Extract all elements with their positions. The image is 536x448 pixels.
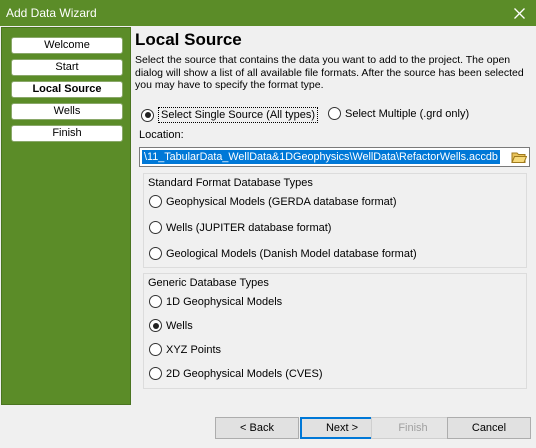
step-finish[interactable]: Finish [11, 125, 123, 142]
radio-button[interactable] [149, 195, 162, 208]
option-label: 2D Geophysical Models (CVES) [166, 367, 323, 380]
step-local-source[interactable]: Local Source [11, 81, 123, 98]
step-wells[interactable]: Wells [11, 103, 123, 120]
window-title: Add Data Wizard [6, 6, 97, 20]
radio-button[interactable] [149, 343, 162, 356]
close-icon [513, 7, 525, 19]
step-welcome[interactable]: Welcome [11, 37, 123, 54]
option-xyz-points[interactable]: XYZ Points [149, 343, 221, 356]
generic-database-group: Generic Database Types 1D Geophysical Mo… [143, 273, 527, 389]
cancel-button[interactable]: Cancel [447, 417, 531, 439]
location-value[interactable]: \11_TabularData_WellData&1DGeophysics\We… [142, 150, 500, 164]
option-label: XYZ Points [166, 343, 222, 356]
standard-format-title: Standard Format Database Types [148, 177, 313, 189]
option-label: Wells [166, 319, 193, 332]
select-single-source-radio[interactable]: Select Single Source (All types) [141, 107, 319, 123]
option-label: Geophysical Models (GERDA database forma… [166, 195, 397, 208]
wizard-steps-sidebar: Welcome Start Local Source Wells Finish [1, 27, 131, 405]
select-multiple-radio[interactable]: Select Multiple (.grd only) [328, 107, 469, 120]
folder-open-icon [511, 152, 527, 163]
option-jupiter[interactable]: Wells (JUPITER database format) [149, 221, 331, 234]
option-2d-geophysical[interactable]: 2D Geophysical Models (CVES) [149, 367, 323, 380]
page-description: Select the source that contains the data… [135, 54, 524, 91]
back-button[interactable]: < Back [215, 417, 299, 439]
step-start[interactable]: Start [11, 59, 123, 76]
finish-button[interactable]: Finish [371, 417, 455, 439]
radio-button[interactable] [328, 107, 341, 120]
close-button[interactable] [502, 0, 536, 26]
title-bar: Add Data Wizard [0, 0, 536, 26]
standard-format-group: Standard Format Database Types Geophysic… [143, 173, 527, 268]
option-label: 1D Geophysical Models [166, 295, 283, 308]
page-title: Local Source [135, 30, 242, 49]
location-label: Location: [139, 129, 184, 141]
radio-button[interactable] [149, 247, 162, 260]
location-input[interactable]: \11_TabularData_WellData&1DGeophysics\We… [139, 147, 530, 167]
generic-database-title: Generic Database Types [148, 277, 269, 289]
option-danish-model[interactable]: Geological Models (Danish Model database… [149, 247, 417, 260]
radio-button[interactable] [149, 295, 162, 308]
select-single-source-label: Select Single Source (All types) [158, 107, 319, 123]
wizard-footer: < Back Next > Finish Cancel [0, 405, 536, 448]
browse-button[interactable] [510, 149, 528, 165]
radio-button[interactable] [149, 221, 162, 234]
option-label: Wells (JUPITER database format) [166, 221, 332, 234]
add-data-wizard-window: Add Data Wizard Welcome Start Local Sour… [0, 0, 536, 448]
radio-button-checked[interactable] [149, 319, 162, 332]
option-wells[interactable]: Wells [149, 319, 193, 332]
option-1d-geophysical[interactable]: 1D Geophysical Models [149, 295, 282, 308]
wizard-content: Local Source Select the source that cont… [132, 27, 535, 405]
radio-button[interactable] [149, 367, 162, 380]
select-multiple-label: Select Multiple (.grd only) [345, 107, 470, 120]
option-gerda[interactable]: Geophysical Models (GERDA database forma… [149, 195, 397, 208]
option-label: Geological Models (Danish Model database… [166, 247, 417, 260]
radio-button-checked[interactable] [141, 108, 154, 122]
